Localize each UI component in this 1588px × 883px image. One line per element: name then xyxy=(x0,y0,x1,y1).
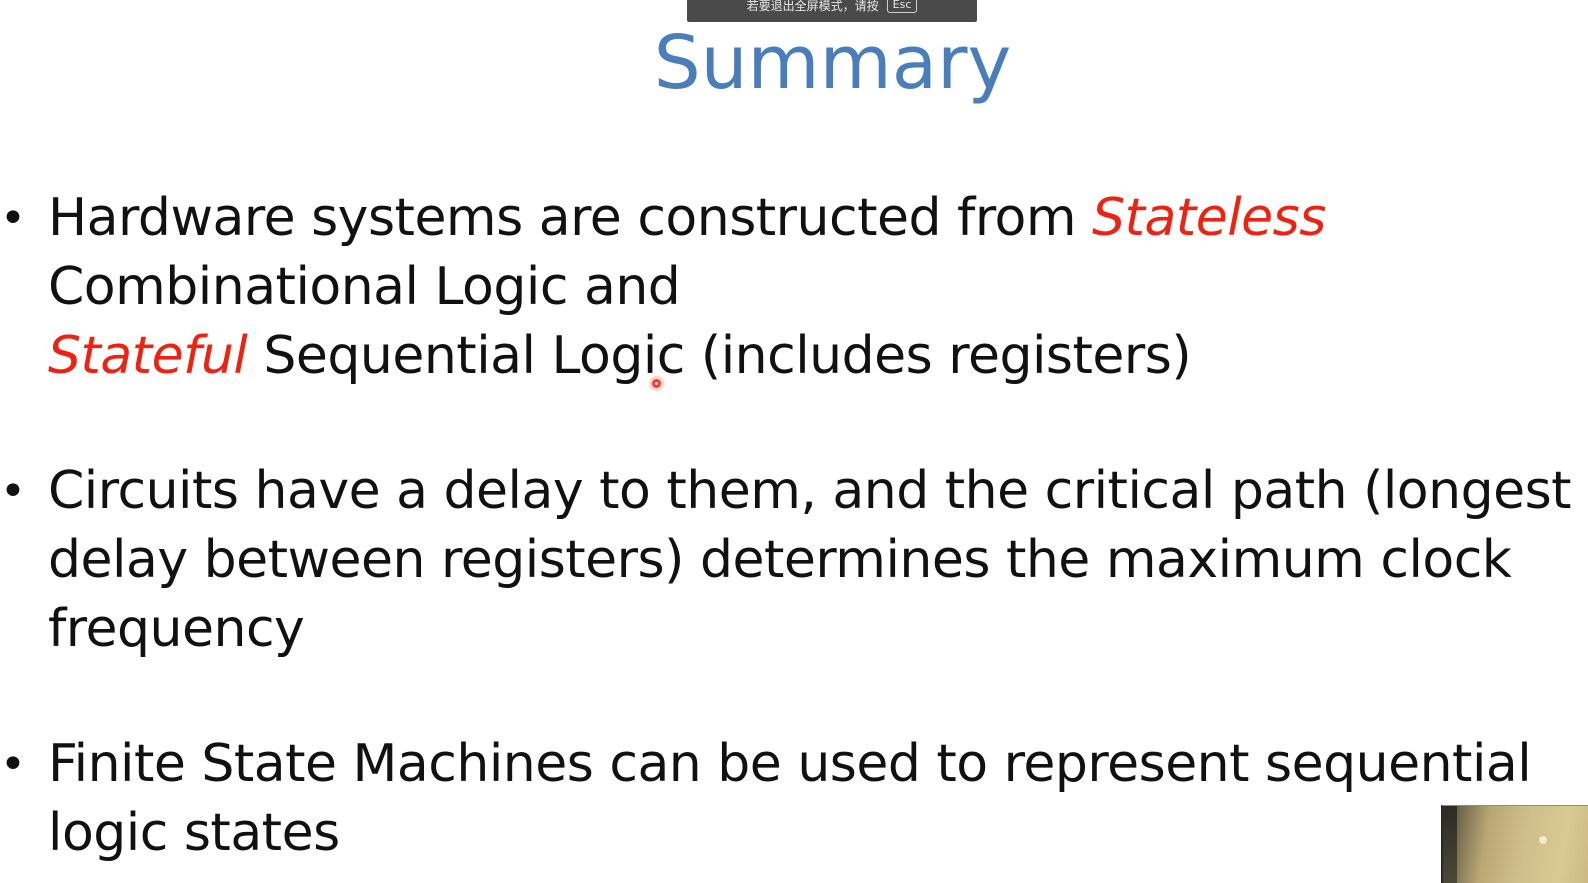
bullet-item: • Finite State Machines can be used to r… xyxy=(0,730,1588,868)
bullet-dot: • xyxy=(0,193,26,244)
webcam-thumbnail[interactable] xyxy=(1441,805,1588,883)
bullet-line: Combinational Logic and xyxy=(48,253,1588,322)
bullet-text: delay between registers) determines the … xyxy=(48,530,1512,590)
bullet-dot: • xyxy=(0,466,26,517)
esc-key-badge: Esc xyxy=(886,0,918,13)
door-frame xyxy=(1443,806,1457,883)
bullet-line: Circuits have a delay to them, and the c… xyxy=(48,457,1588,526)
emphasis-stateful: Stateful xyxy=(48,326,248,386)
fullscreen-banner-text: 若要退出全屏模式，请按 xyxy=(746,0,879,13)
bullet-text: logic states xyxy=(48,803,340,863)
emphasis-stateless: Stateless xyxy=(1092,188,1326,248)
bullet-item: • Circuits have a delay to them, and the… xyxy=(0,457,1588,664)
bullet-text: Combinational Logic and xyxy=(48,257,681,317)
bullet-line: Hardware systems are constructed from St… xyxy=(48,184,1588,253)
bullet-line: frequency xyxy=(48,595,1588,664)
bullet-text: Circuits have a delay to them, and the c… xyxy=(48,461,1572,521)
bullet-item: • Hardware systems are constructed from … xyxy=(0,184,1588,391)
ceiling-light xyxy=(1539,836,1547,844)
bullet-text: Hardware systems are constructed from xyxy=(48,188,1093,248)
slide-title: Summary xyxy=(653,20,1012,106)
bullet-line: delay between registers) determines the … xyxy=(48,526,1588,595)
bullet-text: Sequential Logic (includes registers) xyxy=(247,326,1192,386)
bullet-line: Stateful Sequential Logic (includes regi… xyxy=(48,322,1588,391)
bullet-list: • Hardware systems are constructed from … xyxy=(0,184,1588,868)
bullet-text: Finite State Machines can be used to rep… xyxy=(48,734,1532,794)
laser-pointer-icon xyxy=(652,379,661,388)
bullet-dot: • xyxy=(0,739,26,790)
bullet-text: frequency xyxy=(48,599,305,659)
bullet-line: Finite State Machines can be used to rep… xyxy=(48,730,1588,799)
bullet-line: logic states xyxy=(48,799,1588,868)
